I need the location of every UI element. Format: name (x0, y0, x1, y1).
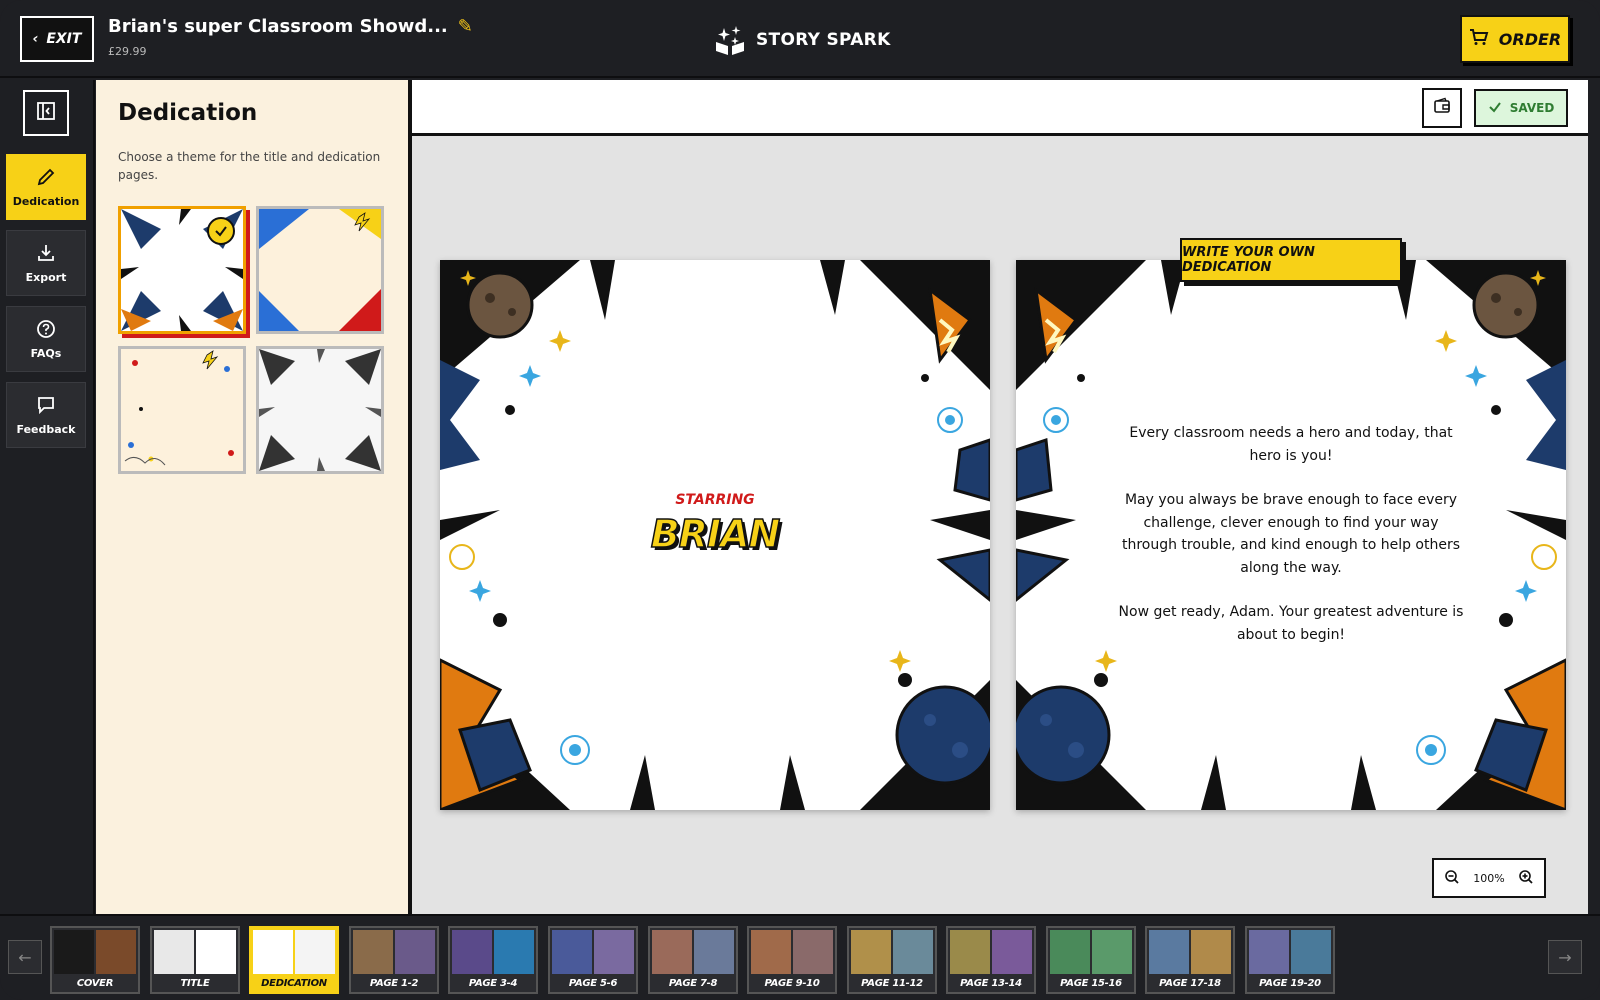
thumb-label: PAGE 19-20 (1259, 978, 1321, 989)
exit-button[interactable]: ‹ EXIT (20, 16, 94, 62)
thumb-label: PAGE 17-18 (1159, 978, 1221, 989)
theme-option-mono[interactable] (256, 346, 384, 474)
thumb-page-5-6[interactable]: PAGE 5-6 (548, 926, 638, 994)
thumb-page-13-14[interactable]: PAGE 13-14 (946, 926, 1036, 994)
cart-icon (1469, 28, 1489, 50)
download-icon (36, 243, 56, 266)
thumb-label: PAGE 9-10 (764, 978, 820, 989)
wallet-icon (1433, 97, 1451, 119)
filmstrip-prev-button[interactable]: ← (8, 940, 42, 974)
sidebar-item-label: Feedback (16, 422, 76, 436)
zoom-level: 100% (1473, 871, 1505, 885)
sidebar-item-label: Dedication (12, 194, 80, 208)
book-sparkle-icon (712, 24, 748, 56)
book-title[interactable]: Brian's super Classroom Showd... ✎ (108, 16, 473, 37)
arrow-right-icon: → (1558, 947, 1572, 967)
thumb-page-1-2[interactable]: PAGE 1-2 (349, 926, 439, 994)
dedication-paragraph: Every classroom needs a hero and today, … (1129, 425, 1453, 464)
thumb-cover[interactable]: COVER (50, 926, 140, 994)
thumb-label: PAGE 15-16 (1060, 978, 1122, 989)
app-window: ‹ EXIT Brian's super Classroom Showd... … (0, 0, 1600, 1000)
title-page[interactable]: STARRING BRIAN (440, 260, 990, 810)
sidebar-item-label: Export (25, 270, 67, 284)
theme-option-dots[interactable] (118, 346, 246, 474)
edit-title-icon[interactable]: ✎ (458, 16, 473, 37)
thumb-label: PAGE 5-6 (568, 978, 618, 989)
panel-title: Dedication (118, 100, 258, 126)
help-circle-icon (36, 319, 56, 342)
thumb-page-7-8[interactable]: PAGE 7-8 (648, 926, 738, 994)
book-title-text: Brian's super Classroom Showd... (108, 16, 448, 37)
panel-collapse-icon (36, 101, 56, 125)
filmstrip-next-button[interactable]: → (1548, 940, 1582, 974)
thumb-label: PAGE 1-2 (369, 978, 419, 989)
zoom-control: 100% (1432, 858, 1546, 898)
saved-status[interactable]: SAVED (1474, 89, 1568, 127)
thumb-label: PAGE 11-12 (861, 978, 923, 989)
thumb-label: COVER (76, 978, 114, 989)
canvas-scrollbar[interactable] (1588, 80, 1600, 914)
exit-label: EXIT (46, 31, 82, 47)
theme-option-classic[interactable] (256, 206, 384, 334)
thumb-page-15-16[interactable]: PAGE 15-16 (1046, 926, 1136, 994)
pencil-icon (36, 167, 56, 190)
sidebar-item-dedication[interactable]: Dedication (6, 154, 86, 220)
write-dedication-button[interactable]: WRITE YOUR OWN DEDICATION (1180, 238, 1402, 282)
brand-name: STORY SPARK (756, 30, 891, 50)
dedication-paragraph: May you always be brave enough to face e… (1121, 492, 1461, 576)
selected-check-icon (207, 217, 235, 245)
starring-label: STARRING (675, 492, 755, 508)
sidebar-item-export[interactable]: Export (6, 230, 86, 296)
sidebar-item-label: FAQs (30, 346, 62, 360)
thumb-page-17-18[interactable]: PAGE 17-18 (1145, 926, 1235, 994)
collapse-panel-button[interactable] (23, 90, 69, 136)
brand-logo: STORY SPARK (712, 24, 891, 56)
order-label: ORDER (1498, 29, 1562, 49)
zoom-out-icon[interactable] (1444, 869, 1460, 888)
thumb-dedication[interactable]: DEDICATION (249, 926, 339, 994)
page-filmstrip: ← COVER TITLE DEDICATION PAGE 1-2 PAGE 3… (0, 914, 1600, 1000)
sidebar-item-faqs[interactable]: FAQs (6, 306, 86, 372)
thumb-page-19-20[interactable]: PAGE 19-20 (1245, 926, 1335, 994)
tool-rail: Dedication Export FAQs Feedback (0, 80, 95, 914)
order-button[interactable]: ORDER (1460, 15, 1570, 63)
dedication-page[interactable]: Every classroom needs a hero and today, … (1016, 260, 1566, 810)
saved-label: SAVED (1509, 101, 1555, 115)
dedication-text[interactable]: Every classroom needs a hero and today, … (1116, 422, 1466, 668)
thumb-page-3-4[interactable]: PAGE 3-4 (448, 926, 538, 994)
sidebar-item-feedback[interactable]: Feedback (6, 382, 86, 448)
thumb-page-11-12[interactable]: PAGE 11-12 (847, 926, 937, 994)
thumb-label: PAGE 13-14 (960, 978, 1022, 989)
top-bar: ‹ EXIT Brian's super Classroom Showd... … (0, 0, 1600, 78)
dedication-paragraph: Now get ready, Adam. Your greatest adven… (1118, 604, 1464, 643)
dedication-panel: Dedication Choose a theme for the title … (96, 80, 412, 914)
canvas-toolbar: SAVED (412, 80, 1588, 136)
panel-description: Choose a theme for the title and dedicat… (118, 150, 381, 182)
thumb-label: PAGE 7-8 (668, 978, 718, 989)
thumb-label: TITLE (180, 978, 210, 989)
book-price: £29.99 (108, 45, 147, 58)
theme-option-burst[interactable] (118, 206, 246, 334)
thumb-label: PAGE 3-4 (468, 978, 518, 989)
arrow-left-icon: ← (18, 947, 32, 967)
zoom-in-icon[interactable] (1518, 869, 1534, 888)
wallet-button[interactable] (1422, 88, 1462, 128)
thumb-label: DEDICATION (261, 978, 327, 989)
thumb-title[interactable]: TITLE (150, 926, 240, 994)
thumb-page-9-10[interactable]: PAGE 9-10 (747, 926, 837, 994)
book-canvas: SAVED STARRING BRIAN WRITE YOUR OWN DEDI… (412, 80, 1600, 914)
hero-name[interactable]: BRIAN (440, 511, 990, 557)
check-icon (1488, 100, 1502, 117)
chat-bubble-icon (36, 395, 56, 418)
chevron-left-icon: ‹ (32, 31, 39, 47)
